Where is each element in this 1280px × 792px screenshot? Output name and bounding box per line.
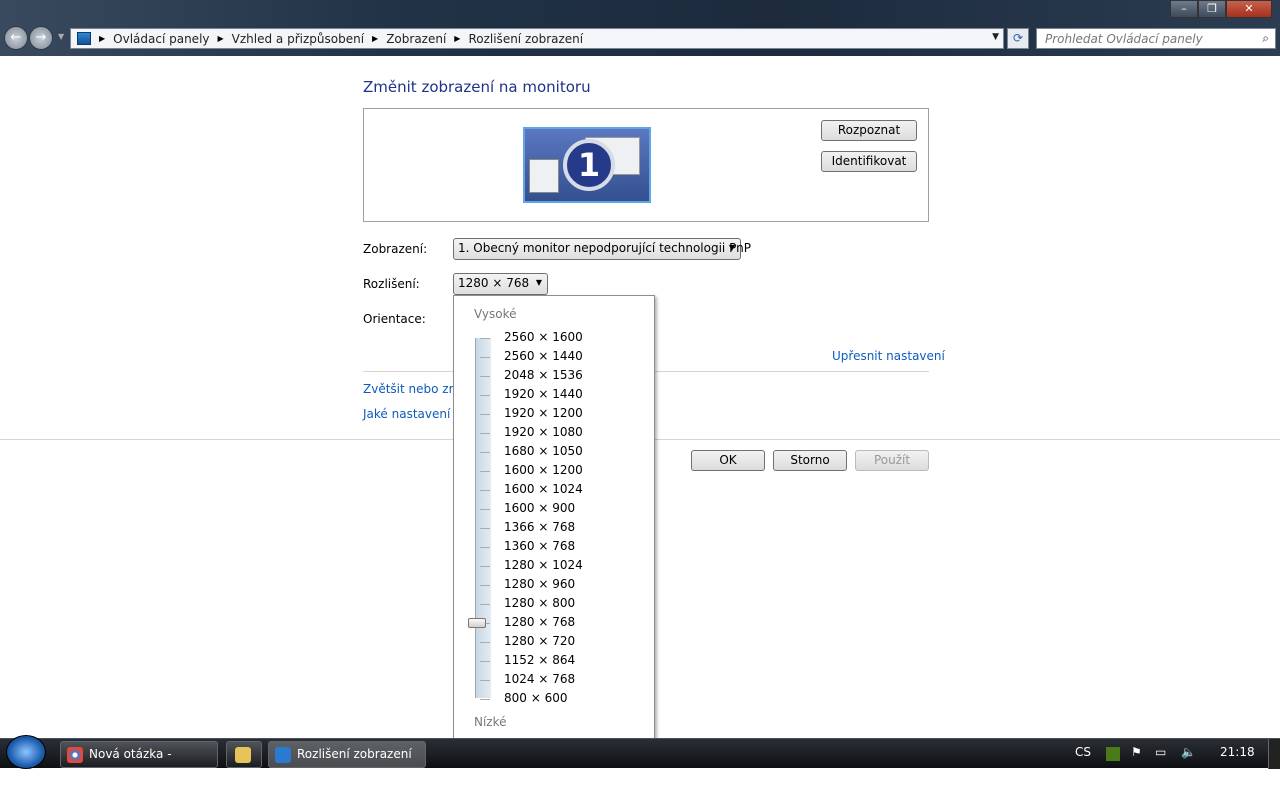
resolution-option[interactable]: 1920 × 1080	[504, 425, 583, 439]
language-indicator[interactable]: CS	[1075, 745, 1091, 759]
breadcrumb[interactable]: Vzhled a přizpůsobení	[232, 32, 364, 46]
display-help-link[interactable]: Jaké nastavení m	[363, 407, 466, 421]
slider-tick	[480, 585, 490, 586]
folder-icon	[235, 747, 251, 763]
resolution-option[interactable]: 2560 × 1600	[504, 330, 583, 344]
slider-tick	[480, 433, 490, 434]
slider-tick	[480, 338, 490, 339]
resolution-option[interactable]: 1920 × 1440	[504, 387, 583, 401]
search-icon[interactable]: ⌕	[1262, 31, 1269, 46]
history-dropdown-icon[interactable]: ▼	[58, 32, 64, 41]
slider-tick	[480, 642, 490, 643]
resolution-option[interactable]: 1600 × 1024	[504, 482, 583, 496]
slider-tick	[480, 357, 490, 358]
orientation-label: Orientace:	[363, 312, 426, 326]
slider-tick	[480, 395, 490, 396]
slider-tick	[480, 528, 490, 529]
resolution-select[interactable]: 1280 × 768 ▼	[453, 273, 548, 295]
resolution-option[interactable]: 1680 × 1050	[504, 444, 583, 458]
address-bar[interactable]: ▶ Ovládací panely ▶ Vzhled a přizpůsobení …	[70, 28, 1004, 49]
display-select[interactable]: 1. Obecný monitor nepodporující technolo…	[453, 238, 751, 260]
slider-tick	[480, 452, 490, 453]
refresh-button[interactable]: ⟳	[1007, 28, 1029, 49]
slider-tick	[480, 699, 490, 700]
clock[interactable]: 21:18	[1220, 745, 1255, 759]
resolution-option[interactable]: 1280 × 1024	[504, 558, 583, 572]
detect-button[interactable]: Rozpoznat	[821, 120, 917, 141]
slider-tick	[480, 376, 490, 377]
resolution-option[interactable]: 1600 × 1200	[504, 463, 583, 477]
slider-tick	[480, 490, 490, 491]
text-size-link[interactable]: Zvětšit nebo zme	[363, 382, 468, 396]
cancel-button[interactable]: Storno	[773, 450, 847, 471]
start-button[interactable]	[6, 735, 46, 769]
taskbar-item-display[interactable]: Rozlišení zobrazení	[268, 741, 426, 768]
breadcrumb[interactable]: Rozlišení zobrazení	[468, 32, 583, 46]
volume-icon[interactable]: 🔈	[1181, 745, 1196, 759]
search-input[interactable]: Prohledat Ovládací panely ⌕	[1036, 28, 1276, 49]
network-icon[interactable]: ▭	[1155, 745, 1166, 759]
high-label: Vysoké	[474, 307, 517, 321]
taskbar-item-chrome[interactable]: Nová otázka - porad...	[60, 741, 218, 786]
apply-button: Použít	[855, 450, 929, 471]
resolution-option[interactable]: 1152 × 864	[504, 653, 575, 667]
slider-tick	[480, 604, 490, 605]
forward-button[interactable]: →	[29, 26, 53, 50]
resolution-label: Rozlišení:	[363, 277, 420, 291]
resolution-dropdown[interactable]: Vysoké 2560 × 1600 2560 × 1440 2048 × 1536…	[453, 295, 655, 739]
identify-button[interactable]: Identifikovat	[821, 151, 917, 172]
resolution-option[interactable]: 1360 × 768	[504, 539, 575, 553]
breadcrumb[interactable]: Ovládací panely	[113, 32, 209, 46]
advanced-settings-link[interactable]: Upřesnit nastavení	[832, 349, 945, 363]
resolution-option[interactable]: 1280 × 768	[504, 615, 575, 629]
chrome-icon	[67, 747, 83, 763]
resolution-option[interactable]: 1024 × 768	[504, 672, 575, 686]
resolution-option[interactable]: 800 × 600	[504, 691, 568, 705]
display-icon	[275, 747, 291, 763]
close-button[interactable]: ✕	[1226, 0, 1272, 18]
resolution-option[interactable]: 1280 × 800	[504, 596, 575, 610]
resolution-option[interactable]: 2560 × 1440	[504, 349, 583, 363]
slider-tick	[480, 680, 490, 681]
display-label: Zobrazení:	[363, 242, 428, 256]
chevron-down-icon[interactable]: ▼	[992, 32, 999, 42]
monitor-1[interactable]: 1	[523, 127, 651, 203]
page-title: Změnit zobrazení na monitoru	[363, 78, 591, 96]
back-button[interactable]: ←	[4, 26, 28, 50]
slider-tick	[480, 414, 490, 415]
show-desktop-button[interactable]	[1268, 739, 1280, 769]
resolution-slider[interactable]	[475, 338, 491, 698]
resolution-option[interactable]: 1280 × 720	[504, 634, 575, 648]
resolution-option[interactable]: 1366 × 768	[504, 520, 575, 534]
slider-tick	[480, 509, 490, 510]
nvidia-icon[interactable]	[1106, 747, 1120, 761]
slider-tick	[480, 471, 490, 472]
slider-tick	[480, 547, 490, 548]
breadcrumb[interactable]: Zobrazení	[386, 32, 446, 46]
maximize-button[interactable]: ❐	[1198, 0, 1226, 18]
resolution-option[interactable]: 1920 × 1200	[504, 406, 583, 420]
taskbar: Nová otázka - porad... Rozlišení zobraze…	[0, 735, 1280, 786]
slider-thumb[interactable]	[468, 618, 486, 628]
taskbar-item-explorer[interactable]	[226, 741, 262, 768]
ok-button[interactable]: OK	[691, 450, 765, 471]
resolution-option[interactable]: 1600 × 900	[504, 501, 575, 515]
control-panel-icon	[77, 32, 91, 45]
slider-tick	[480, 566, 490, 567]
minimize-button[interactable]: –	[1170, 0, 1198, 18]
flag-icon[interactable]: ⚑	[1131, 745, 1142, 759]
resolution-option[interactable]: 1280 × 960	[504, 577, 575, 591]
resolution-option[interactable]: 2048 × 1536	[504, 368, 583, 382]
low-label: Nízké	[474, 715, 507, 729]
title-bar: – ❐ ✕ ← → ▼ ▶ Ovládací panely ▶ Vzhled a p…	[0, 0, 1280, 56]
slider-tick	[480, 661, 490, 662]
